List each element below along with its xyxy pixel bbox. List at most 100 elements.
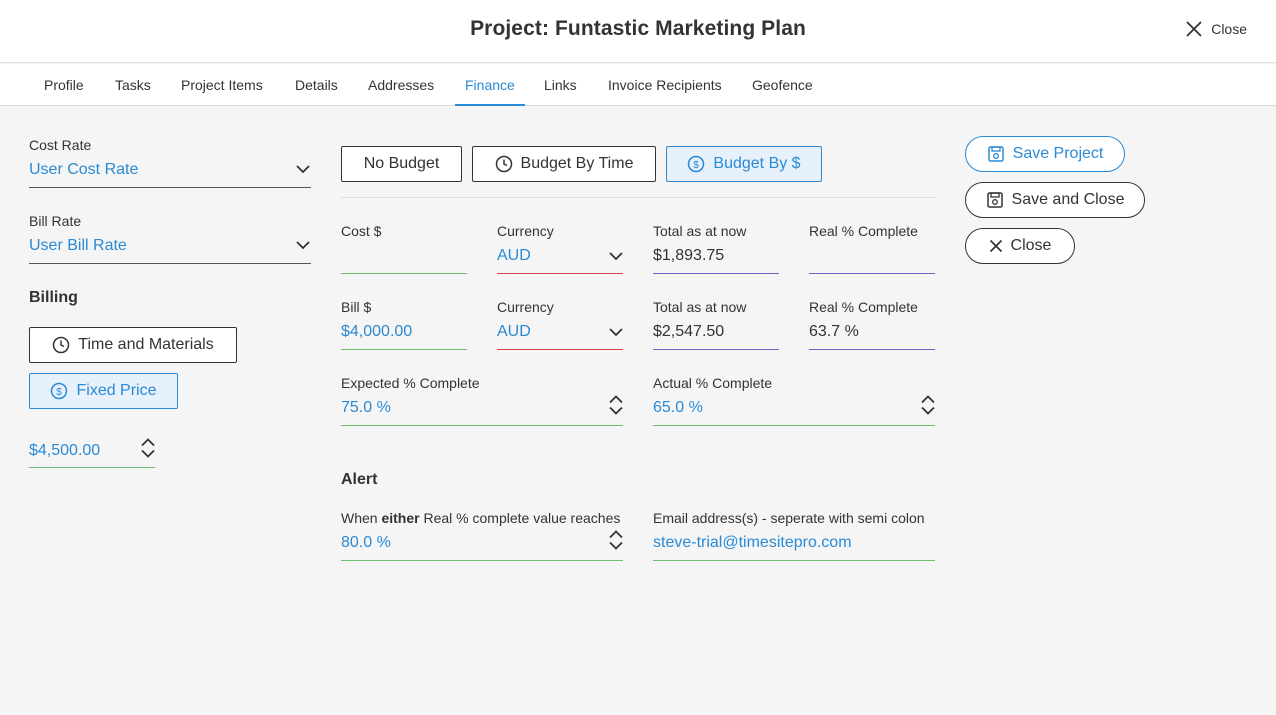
tab-details[interactable]: Details — [285, 64, 348, 106]
header-close-label: Close — [1211, 21, 1247, 37]
svg-text:$: $ — [694, 160, 700, 171]
cost-rate-underline — [29, 187, 311, 188]
fixed-price-button[interactable]: $ Fixed Price — [29, 373, 178, 409]
no-budget-label: No Budget — [363, 155, 440, 172]
tab-tasks[interactable]: Tasks — [105, 64, 161, 106]
budget-by-time-label: Budget By Time — [520, 155, 634, 172]
alert-when-prefix: When — [341, 510, 382, 526]
bill-input[interactable]: $4,000.00 — [341, 323, 412, 341]
save-project-label: Save Project — [1012, 145, 1104, 162]
chevron-down-icon[interactable] — [609, 406, 623, 415]
no-budget-button[interactable]: No Budget — [341, 146, 462, 182]
tab-addresses[interactable]: Addresses — [358, 64, 444, 106]
budget-divider — [341, 197, 935, 198]
bill-currency-label: Currency — [497, 299, 554, 315]
close-button[interactable]: Close — [965, 228, 1075, 264]
alert-when-suffix: Real % complete value reaches — [419, 510, 621, 526]
alert-threshold-underline — [341, 560, 623, 561]
cost-currency-select[interactable]: AUD — [497, 247, 531, 265]
bill-total-underline — [653, 349, 779, 350]
chevron-down-icon[interactable] — [296, 240, 310, 250]
budget-by-dollar-button[interactable]: $ Budget By $ — [666, 146, 822, 182]
alert-email-underline — [653, 560, 935, 561]
bill-total-value: $2,547.50 — [653, 323, 725, 340]
alert-threshold-label: When either Real % complete value reache… — [341, 510, 620, 526]
bill-currency-select[interactable]: AUD — [497, 323, 531, 341]
alert-when-bold: either — [381, 510, 420, 526]
fixed-price-stepper[interactable] — [141, 438, 155, 458]
save-and-close-button[interactable]: Save and Close — [965, 182, 1145, 218]
chevron-up-icon[interactable] — [141, 438, 155, 447]
bill-label: Bill $ — [341, 299, 372, 315]
save-and-close-label: Save and Close — [1011, 191, 1125, 208]
chevron-up-icon[interactable] — [921, 395, 935, 404]
chevron-down-icon[interactable] — [609, 251, 623, 261]
dollar-icon: $ — [51, 382, 68, 400]
cost-label: Cost $ — [341, 223, 382, 239]
chevron-down-icon[interactable] — [609, 541, 623, 550]
chevron-up-icon[interactable] — [609, 530, 623, 539]
tab-invoice-recipients[interactable]: Invoice Recipients — [598, 64, 732, 106]
bill-real-complete-underline — [809, 349, 935, 350]
cost-total-underline — [653, 273, 779, 274]
alert-heading: Alert — [341, 471, 378, 488]
tab-geofence[interactable]: Geofence — [742, 64, 823, 106]
page-title: Project: Funtastic Marketing Plan — [470, 17, 806, 40]
dialog-header: Project: Funtastic Marketing Plan Close — [0, 0, 1276, 63]
expected-complete-underline — [341, 425, 623, 426]
alert-threshold-input[interactable]: 80.0 % — [341, 534, 391, 552]
clock-icon — [495, 155, 512, 173]
actual-complete-input[interactable]: 65.0 % — [653, 399, 703, 417]
save-icon — [986, 192, 1003, 208]
cost-currency-underline — [497, 273, 623, 274]
bill-currency-underline — [497, 349, 623, 350]
fixed-price-underline — [29, 467, 155, 468]
dollar-icon: $ — [688, 155, 705, 173]
budget-by-time-button[interactable]: Budget By Time — [472, 146, 656, 182]
save-project-button[interactable]: Save Project — [965, 136, 1125, 172]
bill-rate-select[interactable]: User Bill Rate — [29, 237, 127, 255]
time-and-materials-button[interactable]: Time and Materials — [29, 327, 237, 363]
expected-complete-input[interactable]: 75.0 % — [341, 399, 391, 417]
chevron-down-icon[interactable] — [141, 449, 155, 458]
close-icon — [989, 239, 1002, 253]
expected-complete-label: Expected % Complete — [341, 375, 480, 391]
close-icon — [1186, 21, 1202, 37]
actual-complete-stepper[interactable] — [921, 395, 935, 415]
alert-email-label: Email address(s) - seperate with semi co… — [653, 510, 925, 526]
bill-underline — [341, 349, 467, 350]
tab-finance[interactable]: Finance — [455, 64, 525, 106]
billing-heading: Billing — [29, 289, 78, 306]
bill-total-label: Total as at now — [653, 299, 747, 315]
actual-complete-underline — [653, 425, 935, 426]
clock-icon — [53, 336, 70, 354]
bill-rate-underline — [29, 263, 311, 264]
close-label: Close — [1010, 237, 1052, 254]
chevron-up-icon[interactable] — [609, 395, 623, 404]
cost-rate-label: Cost Rate — [29, 137, 92, 153]
cost-currency-label: Currency — [497, 223, 554, 239]
fixed-price-input[interactable]: $4,500.00 — [29, 442, 100, 460]
save-icon — [987, 146, 1004, 162]
budget-by-dollar-label: Budget By $ — [713, 155, 801, 172]
cost-real-complete-underline — [809, 273, 935, 274]
header-close-button[interactable]: Close — [1185, 20, 1247, 38]
bill-real-complete-value: 63.7 % — [809, 323, 859, 340]
cost-real-complete-label: Real % Complete — [809, 223, 918, 239]
tab-links[interactable]: Links — [534, 64, 587, 106]
expected-complete-stepper[interactable] — [609, 395, 623, 415]
chevron-down-icon[interactable] — [609, 327, 623, 337]
chevron-down-icon[interactable] — [296, 164, 310, 174]
time-and-materials-label: Time and Materials — [78, 336, 214, 353]
alert-email-input[interactable]: steve-trial@timesitepro.com — [653, 534, 852, 552]
cost-total-value: $1,893.75 — [653, 247, 725, 264]
chevron-down-icon[interactable] — [921, 406, 935, 415]
cost-rate-select[interactable]: User Cost Rate — [29, 161, 138, 179]
tab-project-items[interactable]: Project Items — [171, 64, 273, 106]
svg-text:$: $ — [57, 387, 63, 398]
tab-profile[interactable]: Profile — [34, 64, 94, 106]
bill-rate-label: Bill Rate — [29, 213, 82, 229]
bill-real-complete-label: Real % Complete — [809, 299, 918, 315]
cost-underline — [341, 273, 467, 274]
alert-threshold-stepper[interactable] — [609, 530, 623, 550]
